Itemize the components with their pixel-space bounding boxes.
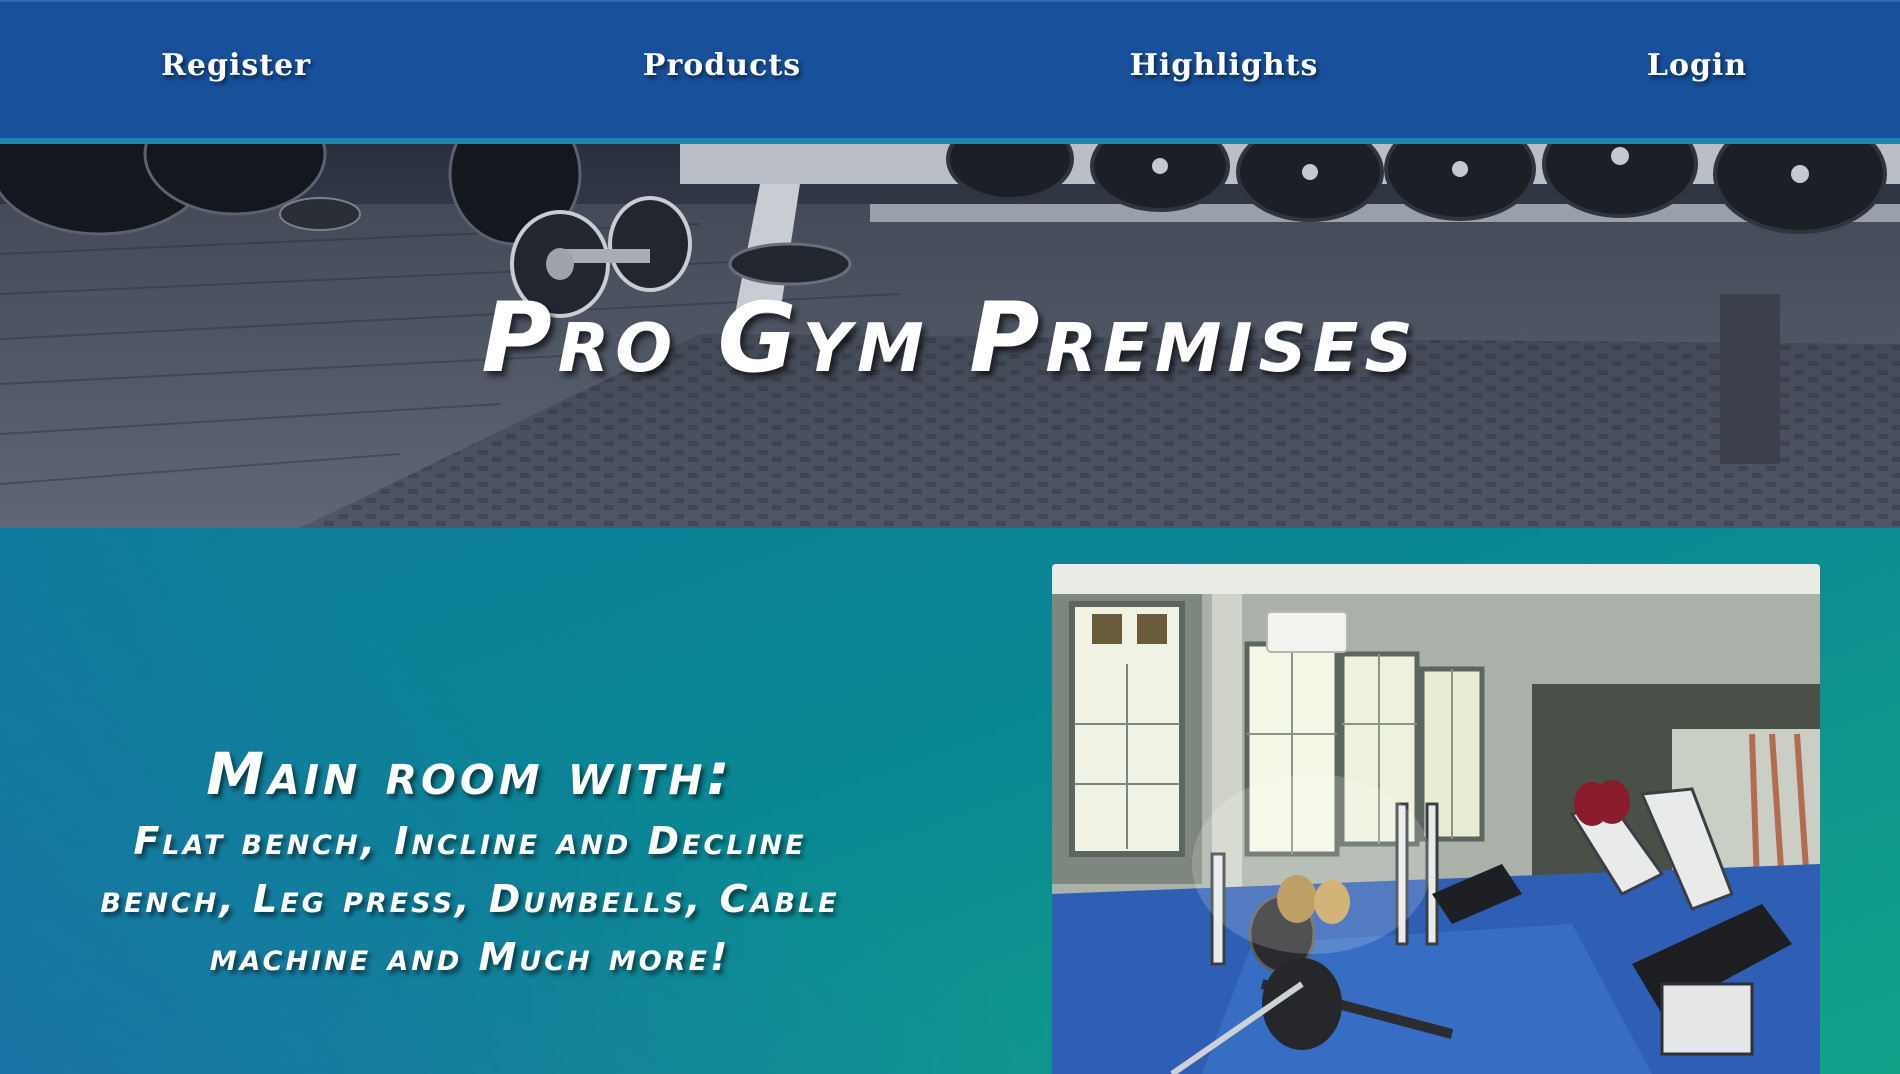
main-room-photo: [1052, 564, 1820, 1074]
nav-login-link[interactable]: Login: [1647, 48, 1747, 83]
gym-room-image: [1052, 564, 1820, 1074]
feature-text-block: Main room with: Flat bench, Incline and …: [60, 736, 880, 986]
nav-products-link[interactable]: Products: [643, 48, 801, 83]
main-room-section: Main room with: Flat bench, Incline and …: [0, 528, 1900, 1074]
nav-register-link[interactable]: Register: [161, 48, 311, 83]
hero-banner: Pro Gym Premises: [0, 144, 1900, 528]
nav-highlights-link[interactable]: Highlights: [1130, 48, 1319, 83]
feature-heading: Main room with:: [206, 740, 734, 808]
hero-title: Pro Gym Premises: [481, 282, 1419, 394]
feature-description: Flat bench, Incline and Decline bench, L…: [100, 819, 840, 979]
top-navbar: Register Products Highlights Login: [0, 0, 1900, 144]
